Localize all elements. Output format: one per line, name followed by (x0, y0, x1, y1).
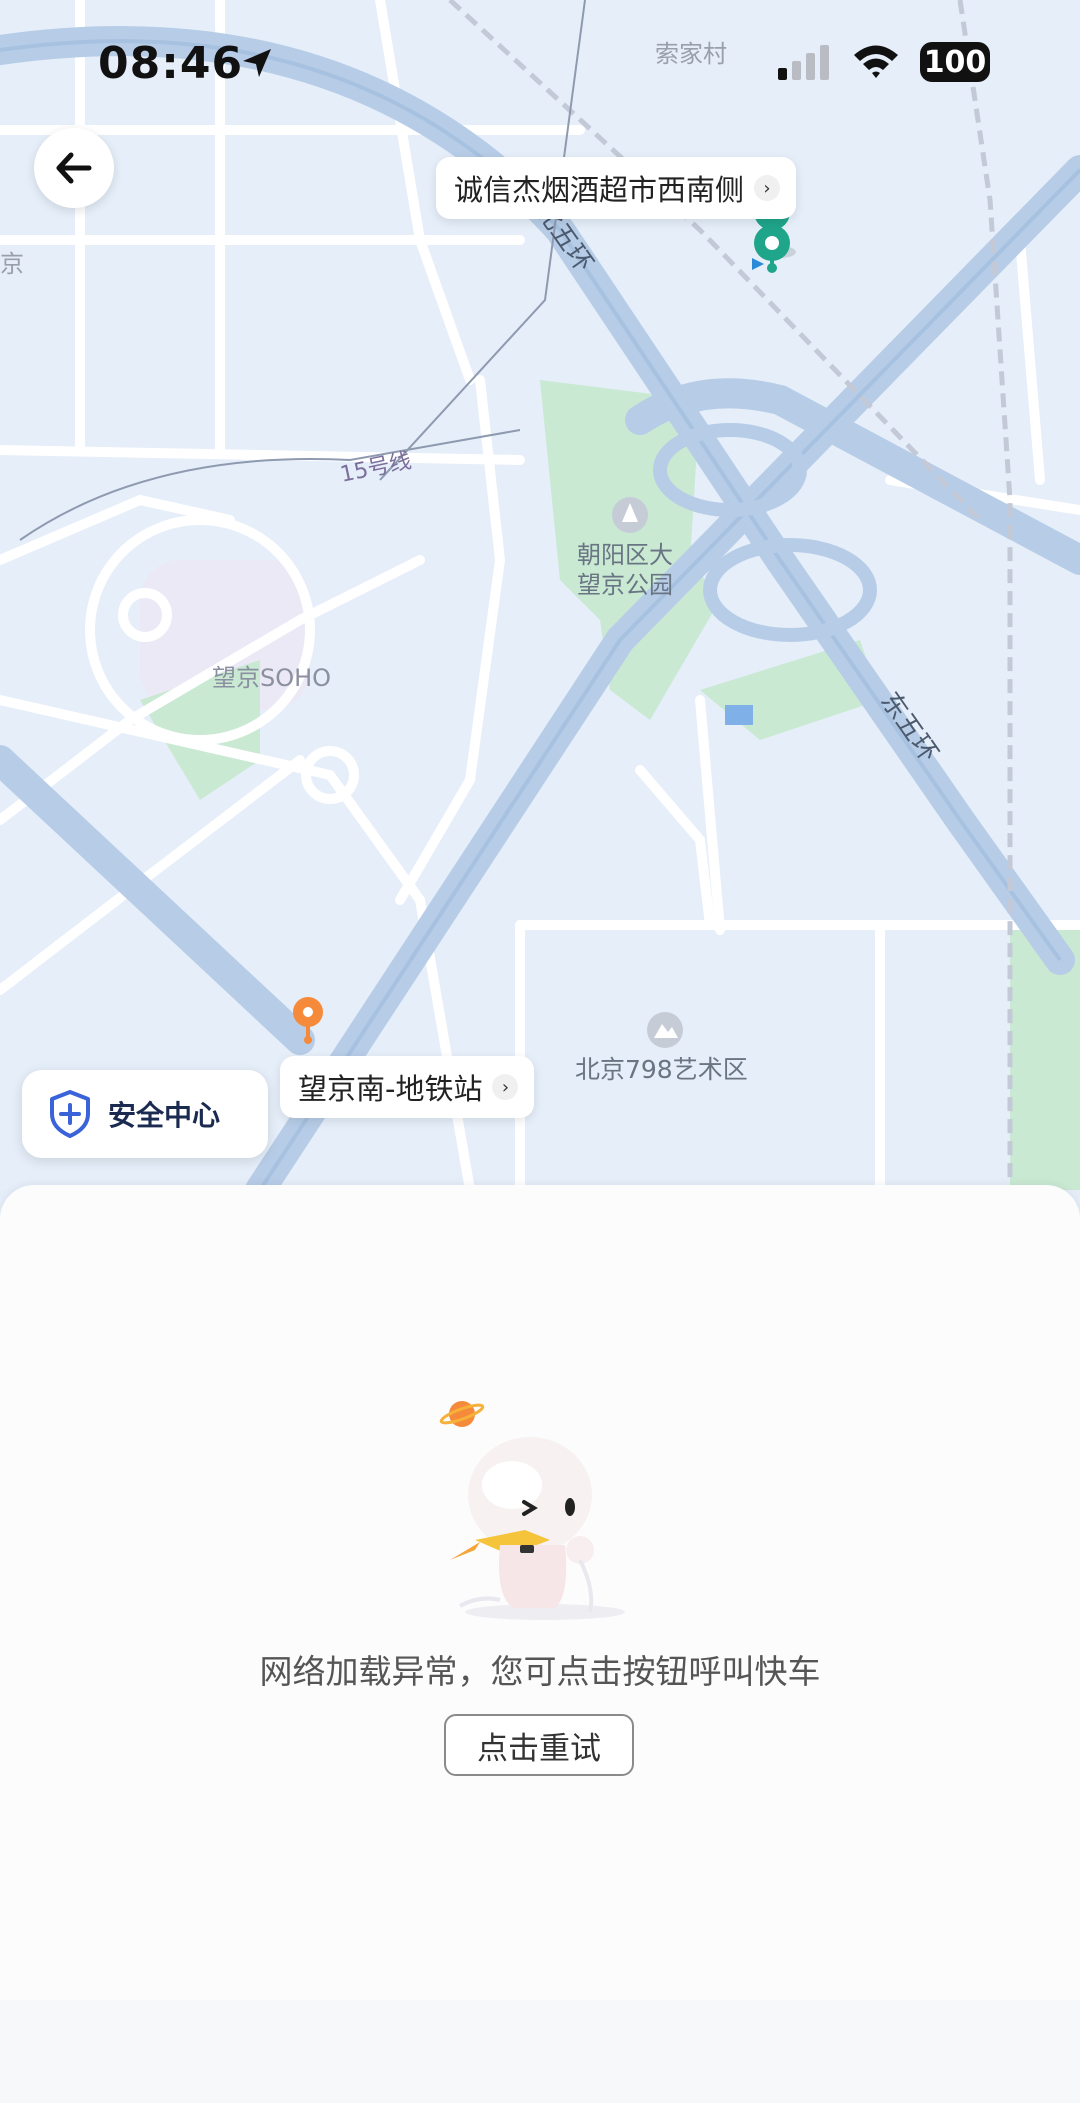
bottom-sheet (0, 1185, 1080, 2103)
chevron-right-icon: › (754, 175, 781, 201)
status-bar: 08:46 100 (0, 0, 1080, 130)
soho-label: 望京SOHO (212, 664, 331, 692)
status-time: 08:46 (98, 38, 244, 89)
mascot-illustration (439, 1401, 625, 1620)
back-button[interactable] (34, 128, 114, 208)
art-district-label: 北京798艺术区 (575, 1055, 748, 1084)
safety-center-button[interactable]: 安全中心 (22, 1070, 268, 1158)
location-arrow-icon (243, 49, 271, 77)
retry-button[interactable]: 点击重试 (444, 1714, 634, 1776)
battery-indicator: 100 (920, 42, 990, 82)
origin-callout[interactable]: 望京南-地铁站 › (280, 1056, 535, 1118)
destination-callout[interactable]: 诚信杰烟酒超市西南侧 › (436, 157, 797, 219)
art-poi-icon (647, 1012, 683, 1048)
arrow-left-icon (56, 152, 92, 184)
wifi-icon (854, 45, 898, 78)
shield-plus-icon (50, 1090, 90, 1138)
destination-callout-label: 诚信杰烟酒超市西南侧 (454, 173, 745, 207)
chevron-right-icon: › (492, 1074, 519, 1100)
park-poi-icon (612, 497, 648, 533)
network-error-message: 网络加载异常，您可点击按钮呼叫快车 (259, 1652, 821, 1691)
cellular-signal-icon (778, 45, 829, 80)
safety-center-label: 安全中心 (108, 1099, 221, 1132)
park-label-2: 望京公园 (577, 571, 673, 599)
park-label-1: 朝阳区大 (577, 541, 673, 569)
bottom-bar (0, 2000, 1080, 2103)
pond (725, 705, 753, 725)
origin-callout-label: 望京南-地铁站 (298, 1072, 483, 1106)
edge-label: 京 (0, 250, 24, 278)
